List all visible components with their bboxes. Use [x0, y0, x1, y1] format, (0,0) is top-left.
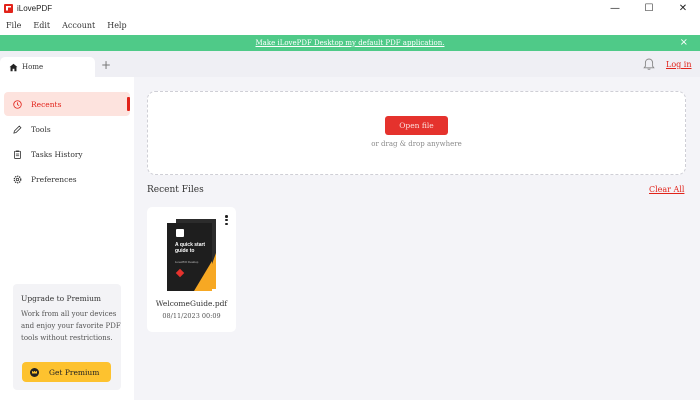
file-card[interactable]: A quick start guide to iLovePDF Desktop …: [147, 207, 236, 332]
file-name: WelcomeGuide.pdf: [155, 299, 228, 308]
minimize-button[interactable]: —: [598, 0, 632, 16]
sidebar-item-label: Tasks History: [31, 149, 83, 159]
main-content: Open file or drag & drop anywhere Recent…: [134, 77, 700, 400]
premium-title: Upgrade to Premium: [21, 294, 102, 303]
thumbnail-logo-icon: [176, 229, 184, 237]
crown-icon: [30, 367, 39, 377]
menu-edit[interactable]: Edit: [33, 21, 50, 30]
bell-icon[interactable]: [643, 58, 655, 71]
tab-home-label: Home: [22, 63, 44, 71]
title-bar: iLovePDF — ☐ ✕: [0, 0, 700, 16]
file-thumbnail: A quick start guide to iLovePDF Desktop: [167, 219, 217, 291]
sidebar-item-label: Recents: [31, 99, 62, 109]
premium-description: Work from all your devices and enjoy you…: [21, 310, 121, 342]
menu-file[interactable]: File: [6, 21, 21, 30]
recent-files-heading: Recent Files: [147, 185, 204, 195]
maximize-button[interactable]: ☐: [632, 0, 666, 16]
app-logo-icon: [4, 3, 13, 13]
add-tab-button[interactable]: +: [101, 58, 111, 72]
drop-hint: or drag & drop anywhere: [371, 140, 462, 148]
menu-bar: File Edit Account Help: [0, 16, 700, 34]
menu-account[interactable]: Account: [62, 21, 95, 30]
diamond-icon: [175, 268, 185, 278]
sidebar-item-label: Tools: [31, 124, 51, 134]
active-indicator: [127, 97, 130, 111]
clear-all-link[interactable]: Clear All: [649, 185, 684, 194]
sidebar-item-tasks-history[interactable]: Tasks History: [4, 142, 130, 166]
pen-icon: [13, 125, 22, 134]
sidebar-item-recents[interactable]: Recents: [4, 92, 130, 116]
make-default-link[interactable]: Make iLovePDF Desktop my default PDF app…: [256, 39, 445, 47]
get-premium-label: Get Premium: [49, 367, 100, 377]
gear-icon: [13, 175, 22, 183]
clipboard-icon: [14, 150, 21, 159]
sidebar: Recents Tools Tasks History Preferences …: [0, 77, 134, 400]
more-options-icon[interactable]: [225, 215, 228, 225]
premium-card: Upgrade to Premium Work from all your de…: [13, 284, 121, 390]
login-link[interactable]: Log in: [666, 60, 692, 69]
file-date: 08/11/2023 00:09: [162, 312, 221, 320]
open-file-button[interactable]: Open file: [385, 116, 448, 135]
sidebar-item-tools[interactable]: Tools: [4, 117, 130, 141]
menu-help[interactable]: Help: [107, 21, 126, 30]
thumbnail-heading: A quick start guide to: [175, 242, 206, 254]
window-title: iLovePDF: [17, 3, 53, 13]
tab-bar: Home + Log in: [0, 51, 700, 77]
get-premium-button[interactable]: Get Premium: [22, 362, 111, 382]
default-app-banner: Make iLovePDF Desktop my default PDF app…: [0, 35, 700, 51]
clock-icon: [13, 99, 22, 109]
sidebar-item-preferences[interactable]: Preferences: [4, 167, 130, 191]
home-icon: [9, 63, 18, 71]
tab-home[interactable]: Home: [0, 57, 95, 77]
window-controls: — ☐ ✕: [598, 0, 700, 16]
drop-zone[interactable]: Open file or drag & drop anywhere: [147, 91, 686, 175]
close-window-button[interactable]: ✕: [666, 0, 700, 16]
sidebar-item-label: Preferences: [31, 174, 77, 184]
banner-close-icon[interactable]: ×: [680, 37, 688, 48]
thumbnail-subtitle: iLovePDF Desktop: [175, 260, 199, 264]
